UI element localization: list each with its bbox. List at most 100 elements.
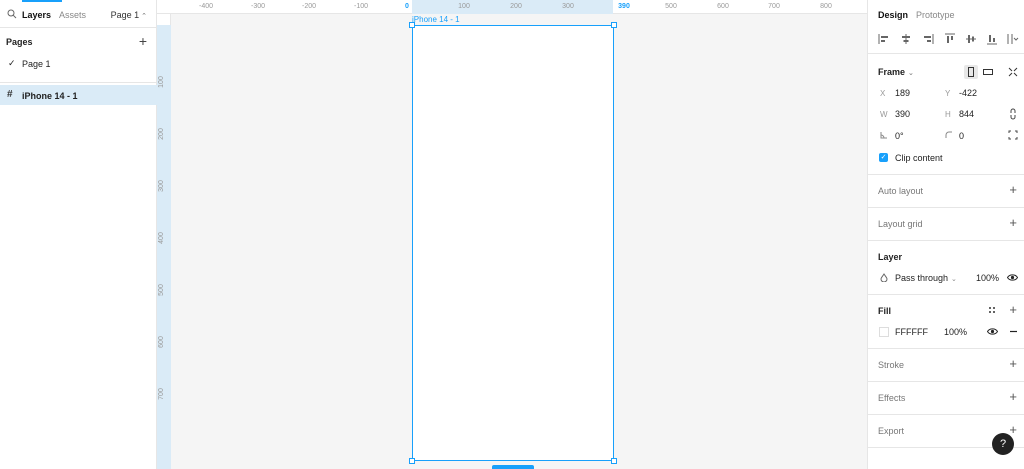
fill-opacity-input[interactable]: 100% bbox=[944, 327, 967, 337]
resize-to-fit-icon[interactable] bbox=[1006, 65, 1020, 79]
ruler-tick: -100 bbox=[353, 3, 369, 10]
align-left-icon[interactable] bbox=[878, 33, 890, 45]
layer-item[interactable]: # iPhone 14 - 1 bbox=[0, 85, 157, 105]
y-input[interactable]: -422 bbox=[959, 88, 977, 98]
tab-assets[interactable]: Assets bbox=[59, 10, 86, 20]
iphone-frame[interactable] bbox=[412, 25, 614, 461]
layout-grid-title: Layout grid bbox=[878, 219, 923, 229]
add-fill-button[interactable]: + bbox=[1009, 303, 1017, 316]
radius-input[interactable]: 0 bbox=[959, 131, 964, 141]
add-stroke-button[interactable]: + bbox=[1009, 357, 1017, 370]
ruler-left-selection bbox=[157, 25, 171, 469]
search-icon[interactable] bbox=[7, 9, 17, 19]
layer-opacity-input[interactable]: 100% bbox=[976, 273, 999, 283]
h-label: H bbox=[945, 110, 951, 119]
tab-prototype[interactable]: Prototype bbox=[916, 10, 955, 20]
layer-section: Layer Pass through ⌄ 100% bbox=[868, 241, 1024, 295]
y-label: Y bbox=[945, 89, 951, 98]
ruler-tick: 200 bbox=[510, 3, 522, 10]
left-panel-header: Layers Assets Page 1 ⌃ bbox=[0, 0, 157, 28]
rotation-icon bbox=[880, 132, 887, 139]
ruler-tick: 200 bbox=[158, 128, 165, 140]
ruler-left: 100 200 300 400 500 600 700 bbox=[157, 14, 171, 469]
effects-title: Effects bbox=[878, 393, 906, 403]
frame-section: Frame ⌄ X 189 Y -422 W 390 H 844 0° 0 ✓ C… bbox=[868, 55, 1024, 175]
add-layout-grid-button[interactable]: + bbox=[1009, 216, 1017, 229]
portrait-toggle[interactable] bbox=[964, 65, 978, 79]
ruler-tick: 400 bbox=[158, 232, 165, 244]
fill-hex-input[interactable]: FFFFFF bbox=[895, 327, 928, 337]
fill-color-swatch[interactable] bbox=[879, 327, 889, 337]
portrait-icon bbox=[968, 67, 974, 77]
constrain-proportions-icon[interactable] bbox=[1008, 108, 1018, 120]
rotation-input[interactable]: 0° bbox=[895, 131, 904, 141]
pages-section: Pages + ✓ Page 1 bbox=[0, 28, 157, 83]
ruler-top: -400 -300 -200 -100 0 100 200 300 390 50… bbox=[157, 0, 867, 14]
align-bottom-icon[interactable] bbox=[986, 33, 998, 45]
frame-label[interactable]: iPhone 14 - 1 bbox=[412, 15, 460, 24]
chevron-down-icon: ⌄ bbox=[908, 70, 914, 77]
chevron-up-icon: ⌃ bbox=[141, 13, 147, 20]
add-auto-layout-button[interactable]: + bbox=[1009, 183, 1017, 196]
ruler-tick: 700 bbox=[768, 3, 780, 10]
pages-title: Pages bbox=[6, 37, 33, 47]
styles-grid-icon[interactable] bbox=[987, 305, 997, 315]
eye-icon[interactable] bbox=[987, 327, 998, 336]
add-export-button[interactable]: + bbox=[1009, 423, 1017, 436]
add-page-button[interactable]: + bbox=[139, 34, 147, 48]
align-top-icon[interactable] bbox=[944, 33, 956, 45]
layers-panel: Layers Assets Page 1 ⌃ Pages + ✓ Page 1 #… bbox=[0, 0, 157, 469]
page-item[interactable]: ✓ Page 1 bbox=[0, 56, 157, 72]
layout-grid-section: Layout grid + bbox=[868, 208, 1024, 241]
page-selector[interactable]: Page 1 ⌃ bbox=[111, 10, 147, 20]
effects-section: Effects + bbox=[868, 382, 1024, 415]
fill-title: Fill bbox=[878, 306, 891, 316]
auto-layout-section: Auto layout + bbox=[868, 175, 1024, 208]
size-badge bbox=[492, 465, 534, 469]
tab-design[interactable]: Design bbox=[878, 10, 908, 20]
ruler-tick: 300 bbox=[158, 180, 165, 192]
page-item-label: Page 1 bbox=[22, 59, 51, 69]
distribute-icon[interactable] bbox=[1007, 33, 1019, 45]
frame-title-label: Frame bbox=[878, 67, 906, 77]
blend-mode-icon bbox=[880, 273, 888, 282]
tab-layers[interactable]: Layers bbox=[22, 10, 51, 20]
add-effect-button[interactable]: + bbox=[1009, 390, 1017, 403]
clip-content-checkbox[interactable]: ✓ bbox=[879, 153, 888, 162]
properties-panel: Design Prototype Frame ⌄ X 189 Y -422 W 3… bbox=[867, 0, 1024, 469]
ruler-tick: 500 bbox=[665, 3, 677, 10]
eye-icon[interactable] bbox=[1007, 273, 1018, 282]
blend-mode-select[interactable]: Pass through ⌄ bbox=[895, 273, 957, 283]
remove-fill-icon[interactable] bbox=[1009, 327, 1018, 336]
ruler-tick: 100 bbox=[458, 3, 470, 10]
width-input[interactable]: 390 bbox=[895, 109, 910, 119]
layer-item-label: iPhone 14 - 1 bbox=[22, 91, 78, 101]
landscape-icon[interactable] bbox=[981, 65, 995, 79]
corner-radius-icon bbox=[945, 131, 952, 138]
resize-handle-bottom-left[interactable] bbox=[409, 458, 415, 464]
stroke-title: Stroke bbox=[878, 360, 905, 370]
w-label: W bbox=[880, 110, 888, 119]
align-right-icon[interactable] bbox=[922, 33, 934, 45]
ruler-tick: -400 bbox=[198, 3, 214, 10]
frame-icon: # bbox=[7, 89, 13, 100]
alignment-toolbar bbox=[868, 30, 1024, 54]
ruler-tick: 600 bbox=[717, 3, 729, 10]
resize-handle-bottom-right[interactable] bbox=[611, 458, 617, 464]
check-icon: ✓ bbox=[8, 58, 16, 68]
help-button[interactable]: ? bbox=[992, 433, 1014, 455]
resize-handle-top-right[interactable] bbox=[611, 22, 617, 28]
ruler-tick: 600 bbox=[158, 336, 165, 348]
height-input[interactable]: 844 bbox=[959, 109, 974, 119]
x-label: X bbox=[880, 89, 886, 98]
x-input[interactable]: 189 bbox=[895, 88, 910, 98]
frame-title[interactable]: Frame ⌄ bbox=[878, 67, 914, 77]
ruler-tick: -300 bbox=[250, 3, 266, 10]
canvas[interactable]: iPhone 14 - 1 bbox=[171, 14, 867, 469]
independent-corners-icon[interactable] bbox=[1008, 130, 1018, 140]
align-vertical-center-icon[interactable] bbox=[965, 33, 977, 45]
resize-handle-top-left[interactable] bbox=[409, 22, 415, 28]
align-horizontal-center-icon[interactable] bbox=[900, 33, 912, 45]
auto-layout-title: Auto layout bbox=[878, 186, 924, 196]
fill-section: Fill + FFFFFF 100% bbox=[868, 295, 1024, 349]
